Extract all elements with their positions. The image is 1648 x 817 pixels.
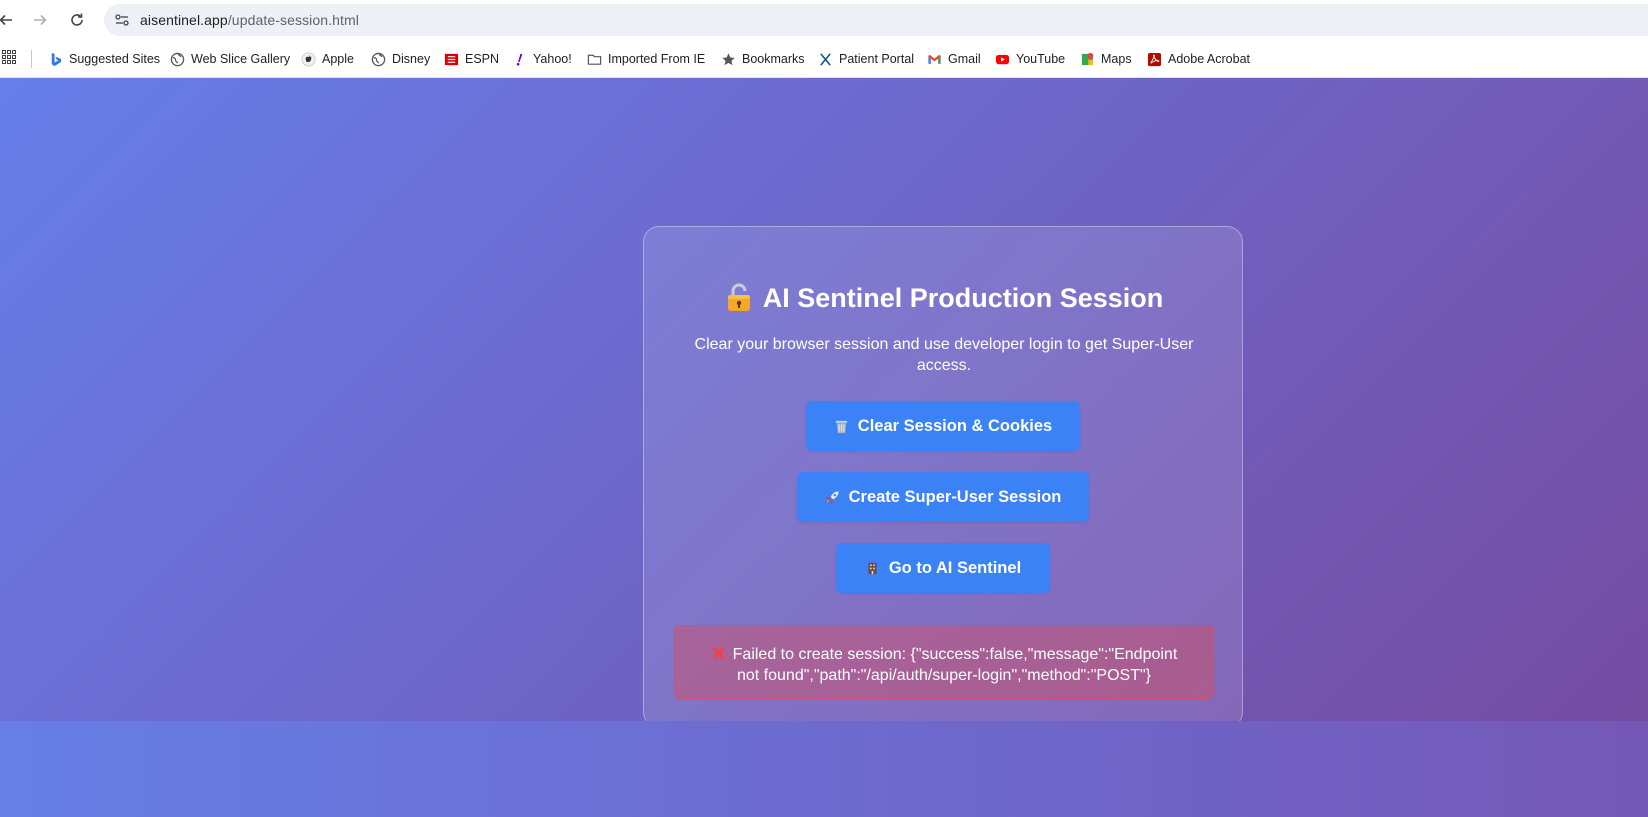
bookmark-bookmarks[interactable]: Bookmarks <box>720 49 805 69</box>
folder-icon <box>586 51 602 67</box>
globe-icon <box>370 51 386 67</box>
url-text: aisentinel.app/update-session.html <box>140 12 359 28</box>
page-title: AI Sentinel Production Session <box>644 283 1244 315</box>
url-host: aisentinel.app <box>140 12 228 28</box>
back-button[interactable] <box>0 8 18 32</box>
page-background-lower <box>0 721 1648 817</box>
url-path: /update-session.html <box>227 12 359 28</box>
star-icon <box>720 51 736 67</box>
error-message: ✕ Failed to create session: {"success":fa… <box>674 625 1214 699</box>
bookmark-yahoo[interactable]: Yahoo! <box>511 49 572 69</box>
espn-icon <box>443 51 459 67</box>
apps-grid-icon[interactable] <box>2 50 16 64</box>
globe-icon <box>169 51 185 67</box>
page-description: Clear your browser session and use devel… <box>694 336 1194 374</box>
gmail-icon <box>926 51 942 67</box>
bookmark-label: YouTube <box>1016 52 1066 66</box>
bookmark-label: Apple <box>322 52 354 66</box>
browser-toolbar: aisentinel.app/update-session.html <box>0 0 1648 40</box>
bookmark-label: Web Slice Gallery <box>191 52 291 66</box>
youtube-icon <box>994 51 1010 67</box>
site-info-icon[interactable] <box>114 12 130 28</box>
go-to-ai-sentinel-label: Go to AI Sentinel <box>888 558 1022 577</box>
bookmark-web-slice-gallery[interactable]: Web Slice Gallery <box>169 49 290 69</box>
bookmark-label: Disney <box>392 52 431 66</box>
cross-mark-icon: ✕ <box>710 644 727 665</box>
bookmark-label: Gmail <box>948 52 981 66</box>
go-to-ai-sentinel-button[interactable]: Go to AI Sentinel <box>836 543 1050 593</box>
yahoo-icon <box>511 51 527 67</box>
bookmarks-separator <box>31 50 32 68</box>
create-session-label: Create Super-User Session <box>848 487 1062 506</box>
bookmarks-bar: Suggested Sites Web Slice Gallery Apple … <box>0 40 1648 78</box>
forward-button[interactable] <box>28 8 52 32</box>
session-card: AI Sentinel Production Session Clear you… <box>643 226 1243 728</box>
reload-button[interactable] <box>65 8 89 32</box>
lock-icon <box>725 282 753 312</box>
building-icon <box>865 560 881 576</box>
bing-icon <box>47 51 63 67</box>
arrow-left-icon <box>0 14 12 26</box>
bookmark-adobe-acrobat[interactable]: Adobe Acrobat <box>1146 49 1250 69</box>
page-title-text: AI Sentinel Production Session <box>762 283 1164 313</box>
bookmark-patient-portal[interactable]: Patient Portal <box>817 49 914 69</box>
rocket-icon <box>825 489 841 505</box>
bookmark-label: Patient Portal <box>839 52 915 66</box>
error-text: Failed to create session: {"success":fal… <box>732 646 1178 684</box>
bookmark-label: Suggested Sites <box>69 52 161 66</box>
page-background: AI Sentinel Production Session Clear you… <box>0 78 1648 728</box>
bookmark-label: ESPN <box>465 52 500 66</box>
bookmark-apple[interactable]: Apple <box>300 49 354 69</box>
acrobat-icon <box>1146 51 1162 67</box>
address-bar[interactable]: aisentinel.app/update-session.html <box>104 4 1648 36</box>
bookmark-suggested-sites[interactable]: Suggested Sites <box>47 49 160 69</box>
apple-icon <box>300 51 316 67</box>
bookmark-youtube[interactable]: YouTube <box>994 49 1065 69</box>
wastebasket-icon <box>834 418 850 434</box>
maps-icon <box>1079 51 1095 67</box>
create-super-user-session-button[interactable]: Create Super-User Session <box>797 472 1089 522</box>
x-logo-icon <box>817 51 833 67</box>
reload-icon <box>71 13 83 26</box>
bookmark-imported-from-ie[interactable]: Imported From IE <box>586 49 705 69</box>
bookmark-label: Yahoo! <box>533 52 572 66</box>
clear-session-label: Clear Session & Cookies <box>857 416 1053 435</box>
bookmark-label: Adobe Acrobat <box>1168 52 1251 66</box>
arrow-right-icon <box>34 14 47 26</box>
bookmark-label: Maps <box>1101 52 1132 66</box>
bookmark-espn[interactable]: ESPN <box>443 49 499 69</box>
clear-session-button[interactable]: Clear Session & Cookies <box>806 401 1080 451</box>
bookmark-maps[interactable]: Maps <box>1079 49 1132 69</box>
bookmark-gmail[interactable]: Gmail <box>926 49 981 69</box>
bookmark-disney[interactable]: Disney <box>370 49 430 69</box>
bookmark-label: Imported From IE <box>608 52 706 66</box>
bookmark-label: Bookmarks <box>742 52 805 66</box>
